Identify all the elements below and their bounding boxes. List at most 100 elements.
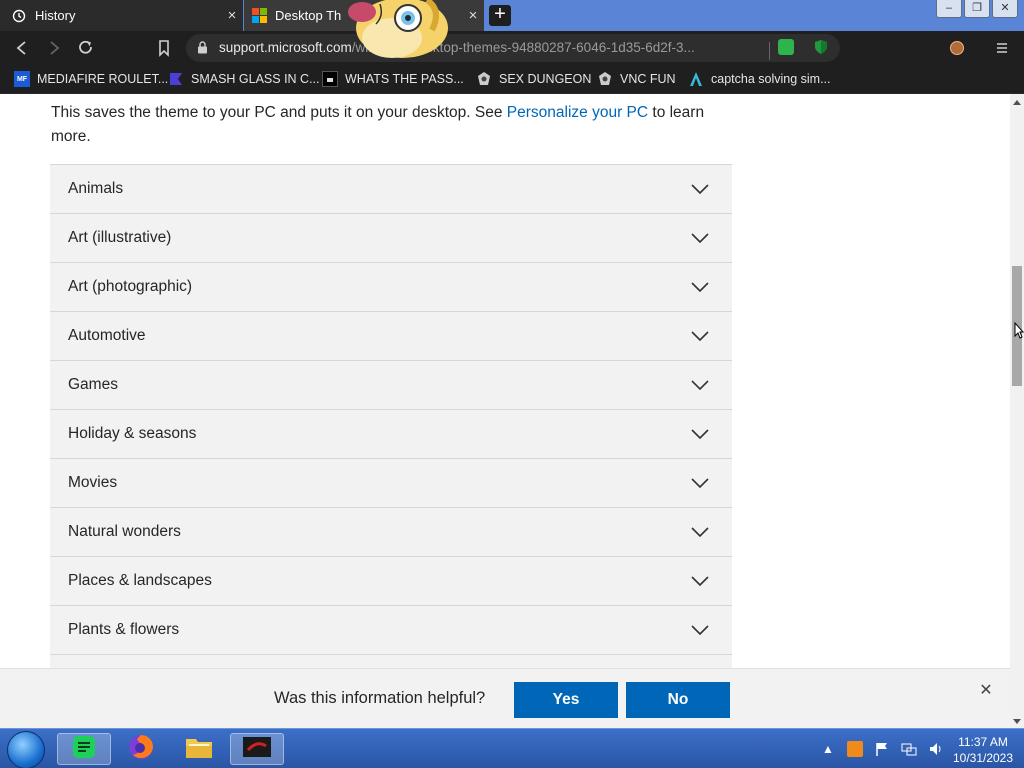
new-tab-button[interactable]: + <box>489 4 511 26</box>
feedback-no-button[interactable]: No <box>626 682 730 718</box>
accordion-item-art-illustrative[interactable]: Art (illustrative) <box>50 214 732 263</box>
bookmark-whats-the-pass[interactable]: WHATS THE PASS... <box>322 71 464 87</box>
bookmarks-bar: MF MEDIAFIRE ROULET... SMASH GLASS IN C.… <box>0 65 1024 94</box>
microsoft-logo-icon <box>251 8 267 23</box>
taskbar: ▲ 11:37 AM 10/31/2023 <box>0 728 1024 768</box>
bookmark-label: captcha solving sim... <box>711 72 831 86</box>
accordion-item-holiday-seasons[interactable]: Holiday & seasons <box>50 410 732 459</box>
start-button[interactable] <box>7 731 45 768</box>
intro-text-part: This saves the theme to your PC and puts… <box>51 104 507 121</box>
bookmark-label: VNC FUN <box>620 72 676 86</box>
accordion-item-automotive[interactable]: Automotive <box>50 312 732 361</box>
chevron-down-icon <box>690 329 710 343</box>
menu-icon[interactable] <box>992 38 1012 58</box>
tray-expand-icon[interactable]: ▲ <box>820 741 836 757</box>
accordion-label: Art (photographic) <box>68 278 193 295</box>
address-bar[interactable]: support.microsoft.com/windows/desktop-th… <box>186 34 840 62</box>
accordion-label: Natural wonders <box>68 523 181 540</box>
chevron-down-icon <box>690 378 710 392</box>
chevron-down-icon <box>690 574 710 588</box>
accordion-item-art-photographic[interactable]: Art (photographic) <box>50 263 732 312</box>
theme-categories-accordion: Animals Art (illustrative) Art (photogra… <box>50 164 732 704</box>
divider <box>769 42 770 60</box>
forward-icon[interactable] <box>44 38 64 58</box>
accordion-label: Art (illustrative) <box>68 229 172 246</box>
scroll-up-icon[interactable] <box>1013 100 1021 105</box>
chevron-down-icon <box>690 427 710 441</box>
maximize-button[interactable]: ❐ <box>964 0 990 18</box>
accordion-label: Animals <box>68 180 124 197</box>
browser-toolbar: support.microsoft.com/windows/desktop-th… <box>0 31 1024 65</box>
accordion-item-movies[interactable]: Movies <box>50 459 732 508</box>
profile-avatar[interactable] <box>950 41 964 55</box>
system-clock[interactable]: 11:37 AM 10/31/2023 <box>950 734 1016 766</box>
tab-history[interactable]: History × <box>0 0 243 31</box>
bookmark-icon <box>168 71 184 87</box>
vertical-scrollbar[interactable] <box>1010 94 1024 728</box>
close-window-button[interactable]: ✕ <box>992 0 1018 18</box>
bookmark-page-icon[interactable] <box>154 38 174 58</box>
network-icon[interactable] <box>901 741 917 757</box>
accordion-item-animals[interactable]: Animals <box>50 165 732 214</box>
reload-icon[interactable] <box>76 38 96 58</box>
chevron-down-icon <box>690 280 710 294</box>
bookmark-vnc-fun[interactable]: VNC FUN <box>597 71 676 87</box>
chevron-down-icon <box>690 623 710 637</box>
bookmark-label: SEX DUNGEON <box>499 72 592 86</box>
accordion-item-natural-wonders[interactable]: Natural wonders <box>50 508 732 557</box>
accordion-label: Movies <box>68 474 118 491</box>
notes-app-icon <box>71 734 97 765</box>
taskbar-file-explorer[interactable] <box>172 733 226 765</box>
firefox-icon <box>127 733 155 766</box>
bookmark-icon <box>322 71 338 87</box>
extension-green-icon[interactable] <box>778 39 794 55</box>
shield-extension-icon[interactable] <box>813 39 829 55</box>
taskbar-firefox[interactable] <box>114 733 168 765</box>
bookmark-mediafire[interactable]: MF MEDIAFIRE ROULET... <box>14 71 168 87</box>
feedback-bar: Was this information helpful? Yes No ✕ <box>0 668 1010 728</box>
feedback-yes-button[interactable]: Yes <box>514 682 618 718</box>
taskbar-notes-app[interactable] <box>57 733 111 765</box>
back-icon[interactable] <box>12 38 32 58</box>
bookmark-label: SMASH GLASS IN C... <box>191 72 320 86</box>
bookmark-icon <box>688 71 704 87</box>
flag-icon[interactable] <box>874 741 890 757</box>
clock-date: 10/31/2023 <box>952 751 1014 765</box>
game-app-icon <box>242 736 272 763</box>
bookmark-captcha[interactable]: captcha solving sim... <box>688 71 831 87</box>
accordion-item-plants-flowers[interactable]: Plants & flowers <box>50 606 732 655</box>
chevron-down-icon <box>690 476 710 490</box>
bookmark-label: WHATS THE PASS... <box>345 72 464 86</box>
chevron-down-icon <box>690 231 710 245</box>
accordion-item-games[interactable]: Games <box>50 361 732 410</box>
accordion-label: Games <box>68 376 118 393</box>
mouse-cursor-icon <box>1014 321 1024 340</box>
mediafire-icon: MF <box>14 71 30 87</box>
browser-tab-strip: History × Desktop Th × + – ❐ ✕ <box>0 0 1024 31</box>
scroll-down-icon[interactable] <box>1013 719 1021 724</box>
accordion-label: Automotive <box>68 327 146 344</box>
chevron-down-icon <box>690 182 710 196</box>
taskbar-game-app[interactable] <box>230 733 284 765</box>
game-icon <box>597 71 613 87</box>
mascot-sticker-image <box>332 0 457 60</box>
accordion-item-places-landscapes[interactable]: Places & landscapes <box>50 557 732 606</box>
history-icon <box>12 9 26 23</box>
window-controls: – ❐ ✕ <box>934 0 1018 18</box>
tab-close-button[interactable]: × <box>221 7 243 24</box>
bookmark-smash-glass[interactable]: SMASH GLASS IN C... <box>168 71 320 87</box>
tab-close-button[interactable]: × <box>462 7 484 24</box>
personalize-link[interactable]: Personalize your PC <box>507 104 648 121</box>
clock-time: 11:37 AM <box>958 735 1008 749</box>
volume-icon[interactable] <box>928 741 944 757</box>
bookmark-sex-dungeon[interactable]: SEX DUNGEON <box>476 71 591 87</box>
accordion-label: Places & landscapes <box>68 572 212 589</box>
close-icon[interactable]: ✕ <box>978 683 994 699</box>
chevron-down-icon <box>690 525 710 539</box>
accordion-label: Plants & flowers <box>68 621 180 638</box>
feedback-question: Was this information helpful? <box>274 689 486 707</box>
system-tray: ▲ <box>820 729 955 768</box>
minimize-button[interactable]: – <box>936 0 962 18</box>
accordion-label: Holiday & seasons <box>68 425 197 442</box>
tray-app-icon[interactable] <box>847 741 863 757</box>
